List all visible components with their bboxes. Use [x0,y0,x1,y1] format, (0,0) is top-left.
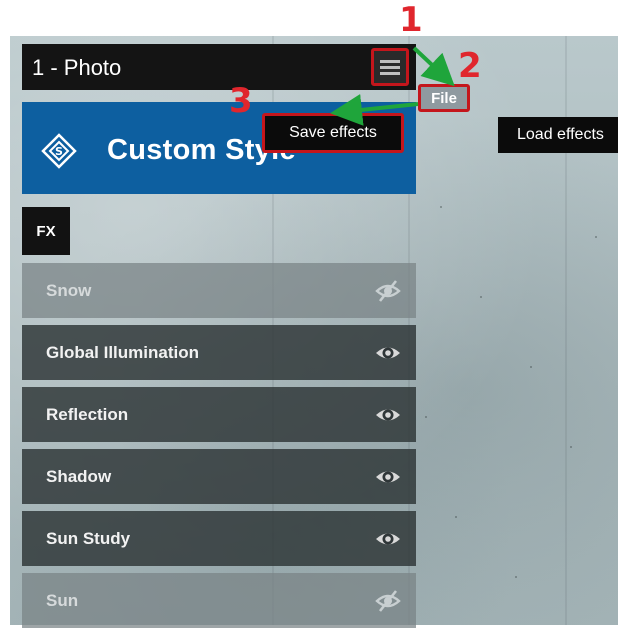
file-menu-button[interactable]: File [418,84,470,112]
fx-tab[interactable]: FX [22,207,70,255]
save-effects-label: Save effects [289,124,377,141]
fx-label: FX [36,222,56,240]
effect-name: Sun Study [46,529,131,548]
effect-item-global-illumination[interactable]: Global Illumination [22,325,416,380]
effects-list: Snow Global Illumination Reflection Shad… [22,263,416,635]
panel-title: 1 - Photo [32,55,122,80]
effect-item-sun-study[interactable]: Sun Study [22,511,416,566]
effect-item-shadow[interactable]: Shadow [22,449,416,504]
effect-item-snow[interactable]: Snow [22,263,416,318]
step-marker-2: 2 [458,46,482,86]
svg-text:S: S [55,145,63,158]
eye-icon[interactable] [374,463,402,491]
load-effects-button[interactable]: Load effects [498,117,618,153]
effect-name: Shadow [46,467,112,486]
hamburger-icon [380,57,400,78]
file-label: File [431,89,457,107]
effect-item-sun[interactable]: Sun [22,573,416,628]
eye-icon[interactable] [374,525,402,553]
eye-icon[interactable] [374,339,402,367]
step-marker-3: 3 [229,81,253,121]
eye-slash-icon[interactable] [374,587,402,615]
step-marker-1: 1 [399,0,423,40]
effect-name: Snow [46,281,92,300]
eye-slash-icon[interactable] [374,277,402,305]
eye-icon[interactable] [374,401,402,429]
effect-name: Global Illumination [46,343,199,362]
menu-button[interactable] [371,48,409,86]
layers-icon: S [41,133,77,169]
effect-name: Reflection [46,405,129,424]
effect-name: Sun [46,591,79,610]
effect-item-reflection[interactable]: Reflection [22,387,416,442]
panel-title-bar: 1 - Photo [22,44,416,90]
save-effects-button[interactable]: Save effects [262,113,404,153]
load-effects-label: Load effects [517,126,604,143]
